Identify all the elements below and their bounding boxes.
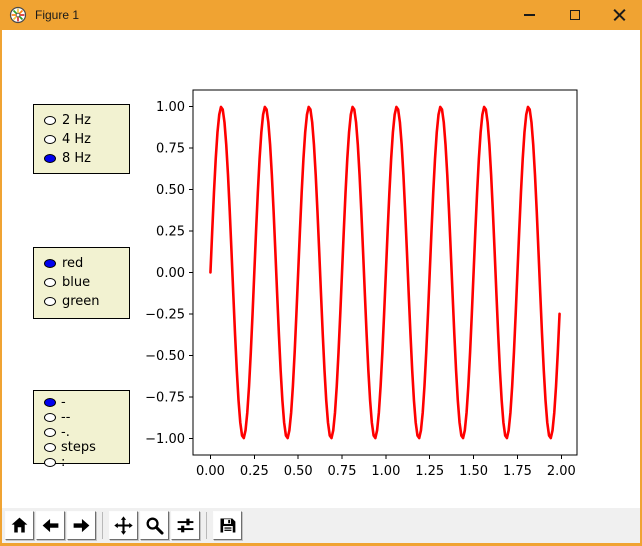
x-tick-label: 0.25: [240, 464, 269, 479]
x-tick-label: 0.75: [328, 464, 357, 479]
signal-line: [210, 107, 559, 438]
window-controls: [507, 0, 642, 30]
save-figure-icon: [217, 515, 238, 536]
y-tick-label: −0.25: [145, 307, 185, 322]
titlebar[interactable]: Figure 1: [0, 0, 642, 30]
back-icon: [40, 515, 61, 536]
maximize-button[interactable]: [552, 0, 597, 30]
y-tick-label: 0.00: [156, 266, 185, 281]
x-tick-label: 2.00: [547, 464, 576, 479]
pan-button[interactable]: [109, 511, 138, 540]
y-tick-label: 0.50: [156, 183, 185, 198]
save-figure-button[interactable]: [213, 511, 242, 540]
zoom-to-rect-button[interactable]: [140, 511, 169, 540]
y-tick-label: 0.75: [156, 142, 185, 157]
zoom-to-rect-icon: [144, 515, 165, 536]
matplotlib-icon: [9, 6, 27, 24]
configure-subplots-icon: [175, 515, 196, 536]
x-tick-label: 1.75: [503, 464, 532, 479]
x-tick-label: 1.00: [371, 464, 400, 479]
figure-window: Figure 1 2 Hz4 Hz8 Hz redbluegreen ----.…: [0, 0, 642, 546]
forward-button[interactable]: [67, 511, 96, 540]
pan-icon: [113, 515, 134, 536]
close-icon: [613, 9, 626, 22]
window-title: Figure 1: [35, 8, 79, 22]
nav-toolbar: [2, 508, 640, 543]
x-tick-label: 0.50: [284, 464, 313, 479]
x-tick-label: 1.50: [459, 464, 488, 479]
toolbar-separator: [206, 512, 207, 539]
y-tick-label: 0.25: [156, 225, 185, 240]
back-button[interactable]: [36, 511, 65, 540]
x-tick-label: 1.25: [415, 464, 444, 479]
y-tick-label: −1.00: [145, 432, 185, 447]
x-tick-label: 0.00: [196, 464, 225, 479]
configure-subplots-button[interactable]: [171, 511, 200, 540]
y-tick-label: 1.00: [156, 100, 185, 115]
home-button[interactable]: [5, 511, 34, 540]
close-button[interactable]: [597, 0, 642, 30]
y-tick-label: −0.50: [145, 349, 185, 364]
minimize-button[interactable]: [507, 0, 552, 30]
minimize-icon: [524, 14, 535, 16]
home-icon: [9, 515, 30, 536]
toolbar-separator: [102, 512, 103, 539]
y-tick-label: −0.75: [145, 390, 185, 405]
figure-canvas: 2 Hz4 Hz8 Hz redbluegreen ----.steps: 0.…: [2, 30, 640, 508]
forward-icon: [71, 515, 92, 536]
maximize-icon: [570, 10, 580, 20]
plot-axes[interactable]: 0.00 0.25 0.50 0.75 1.00 1.25 1.50 1.75 2.00 −1.0…: [2, 30, 640, 508]
